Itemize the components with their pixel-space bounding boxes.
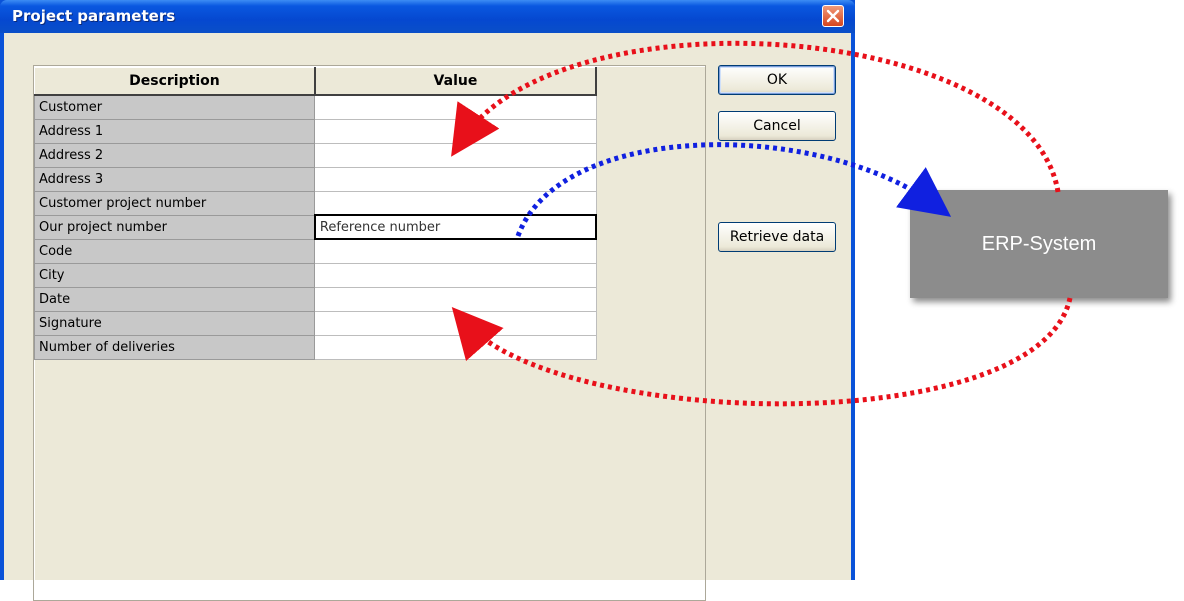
- column-header-description[interactable]: Description: [33, 67, 316, 96]
- row-value-cell[interactable]: [314, 118, 597, 144]
- row-description: Address 3: [33, 166, 316, 192]
- retrieve-data-button[interactable]: Retrieve data: [718, 222, 836, 252]
- row-value-cell[interactable]: [314, 334, 597, 360]
- project-parameters-dialog: Project parameters Description Value Cus…: [0, 0, 855, 601]
- row-description: Our project number: [33, 214, 316, 240]
- row-value-cell[interactable]: [314, 262, 597, 288]
- row-value-cell[interactable]: [314, 190, 597, 216]
- column-header-value[interactable]: Value: [314, 67, 598, 96]
- row-description: Number of deliveries: [33, 334, 316, 360]
- table-row: Number of deliveries: [33, 334, 597, 360]
- row-description: Address 2: [33, 142, 316, 168]
- row-description: Date: [33, 286, 316, 312]
- close-icon: [826, 9, 840, 23]
- table-row: Our project number Reference number: [33, 214, 598, 240]
- row-description: Customer project number: [33, 190, 316, 216]
- row-value-cell[interactable]: [314, 286, 597, 312]
- erp-system-label: ERP-System: [981, 232, 1097, 255]
- table-row: Signature: [33, 310, 597, 336]
- row-value-cell[interactable]: [314, 166, 597, 192]
- table-row: Address 2: [33, 142, 597, 168]
- row-description: Code: [33, 238, 316, 264]
- cancel-button[interactable]: Cancel: [718, 111, 836, 141]
- close-button[interactable]: [822, 5, 844, 27]
- table-row: Address 1: [33, 118, 597, 144]
- row-description: Customer: [33, 94, 316, 120]
- ok-button[interactable]: OK: [718, 65, 836, 95]
- dialog-title: Project parameters: [12, 7, 176, 25]
- table-row: Address 3: [33, 166, 597, 192]
- row-value-cell[interactable]: [314, 238, 597, 264]
- row-value-cell[interactable]: [314, 142, 597, 168]
- table-row: City: [33, 262, 597, 288]
- row-value-cell[interactable]: [314, 94, 597, 120]
- row-value-cell[interactable]: [314, 310, 597, 336]
- row-description: Signature: [33, 310, 316, 336]
- row-description: City: [33, 262, 316, 288]
- title-bar[interactable]: Project parameters: [0, 0, 855, 33]
- row-description: Address 1: [33, 118, 316, 144]
- table-row: Customer project number: [33, 190, 597, 216]
- row-value-cell-active[interactable]: Reference number: [313, 214, 598, 240]
- table-row: Customer: [33, 94, 597, 120]
- grid-header-row: Description Value: [33, 67, 598, 96]
- table-row: Code: [33, 238, 597, 264]
- erp-system-box: ERP-System: [910, 190, 1168, 298]
- table-row: Date: [33, 286, 597, 312]
- parameters-grid: Description Value Customer Address 1 Add…: [33, 67, 598, 360]
